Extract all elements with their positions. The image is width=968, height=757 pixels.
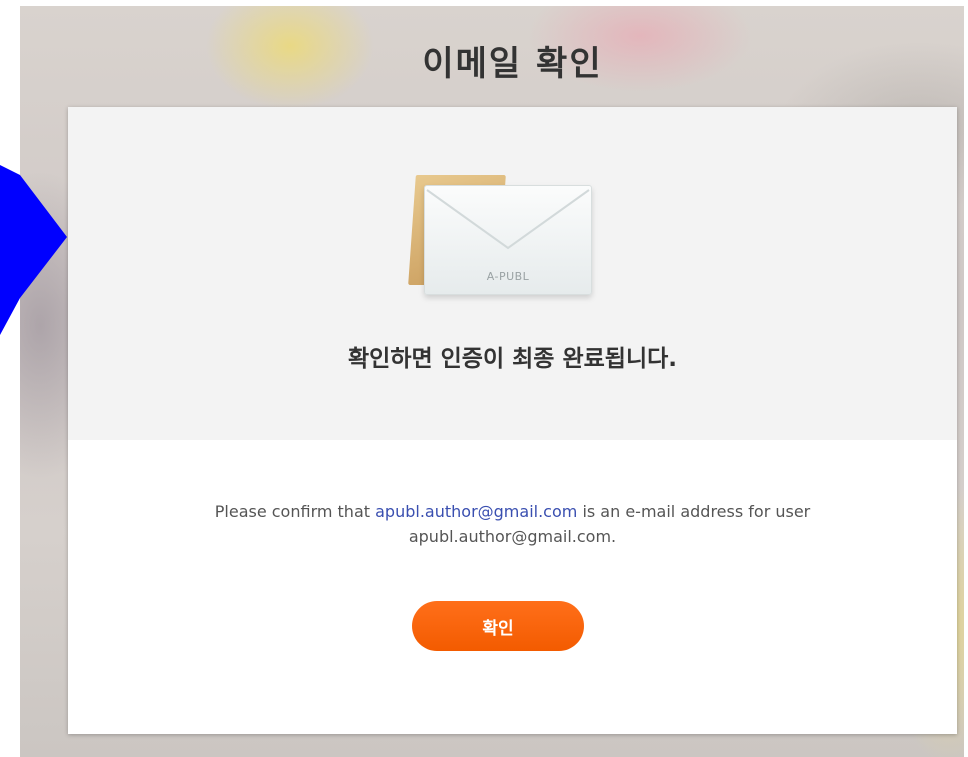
- page-title: 이메일 확인: [422, 44, 603, 84]
- confirmation-card: A-PUBL 확인하면 인증이 최종 완료됩니다. Please confirm…: [68, 107, 957, 734]
- message-prefix: Please confirm that: [214, 502, 371, 521]
- card-header-panel: A-PUBL 확인하면 인증이 최종 완료됩니다.: [68, 107, 957, 440]
- email-link[interactable]: apubl.author@gmail.com: [375, 502, 577, 521]
- message-suffix: is an e-mail address for user: [582, 502, 811, 521]
- confirm-message: Please confirm that apubl.author@gmail.c…: [148, 499, 877, 549]
- confirm-button[interactable]: 확인: [412, 601, 584, 651]
- completion-headline: 확인하면 인증이 최종 완료됩니다.: [348, 346, 677, 372]
- envelope-icon: A-PUBL: [404, 171, 594, 301]
- user-email: apubl.author@gmail.com.: [408, 527, 617, 546]
- envelope-brand: A-PUBL: [486, 270, 530, 283]
- envelope-front: A-PUBL: [424, 185, 592, 295]
- pointer-arrow-icon: [0, 165, 67, 335]
